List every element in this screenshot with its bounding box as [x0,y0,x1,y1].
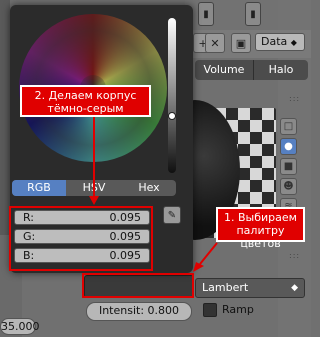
annotation-step2: 2. Делаем корпус тёмно-серым [20,85,151,117]
annotation-arrows [89,117,218,272]
annotation-step1: 1. Выбираем палитру цветов [216,207,305,250]
